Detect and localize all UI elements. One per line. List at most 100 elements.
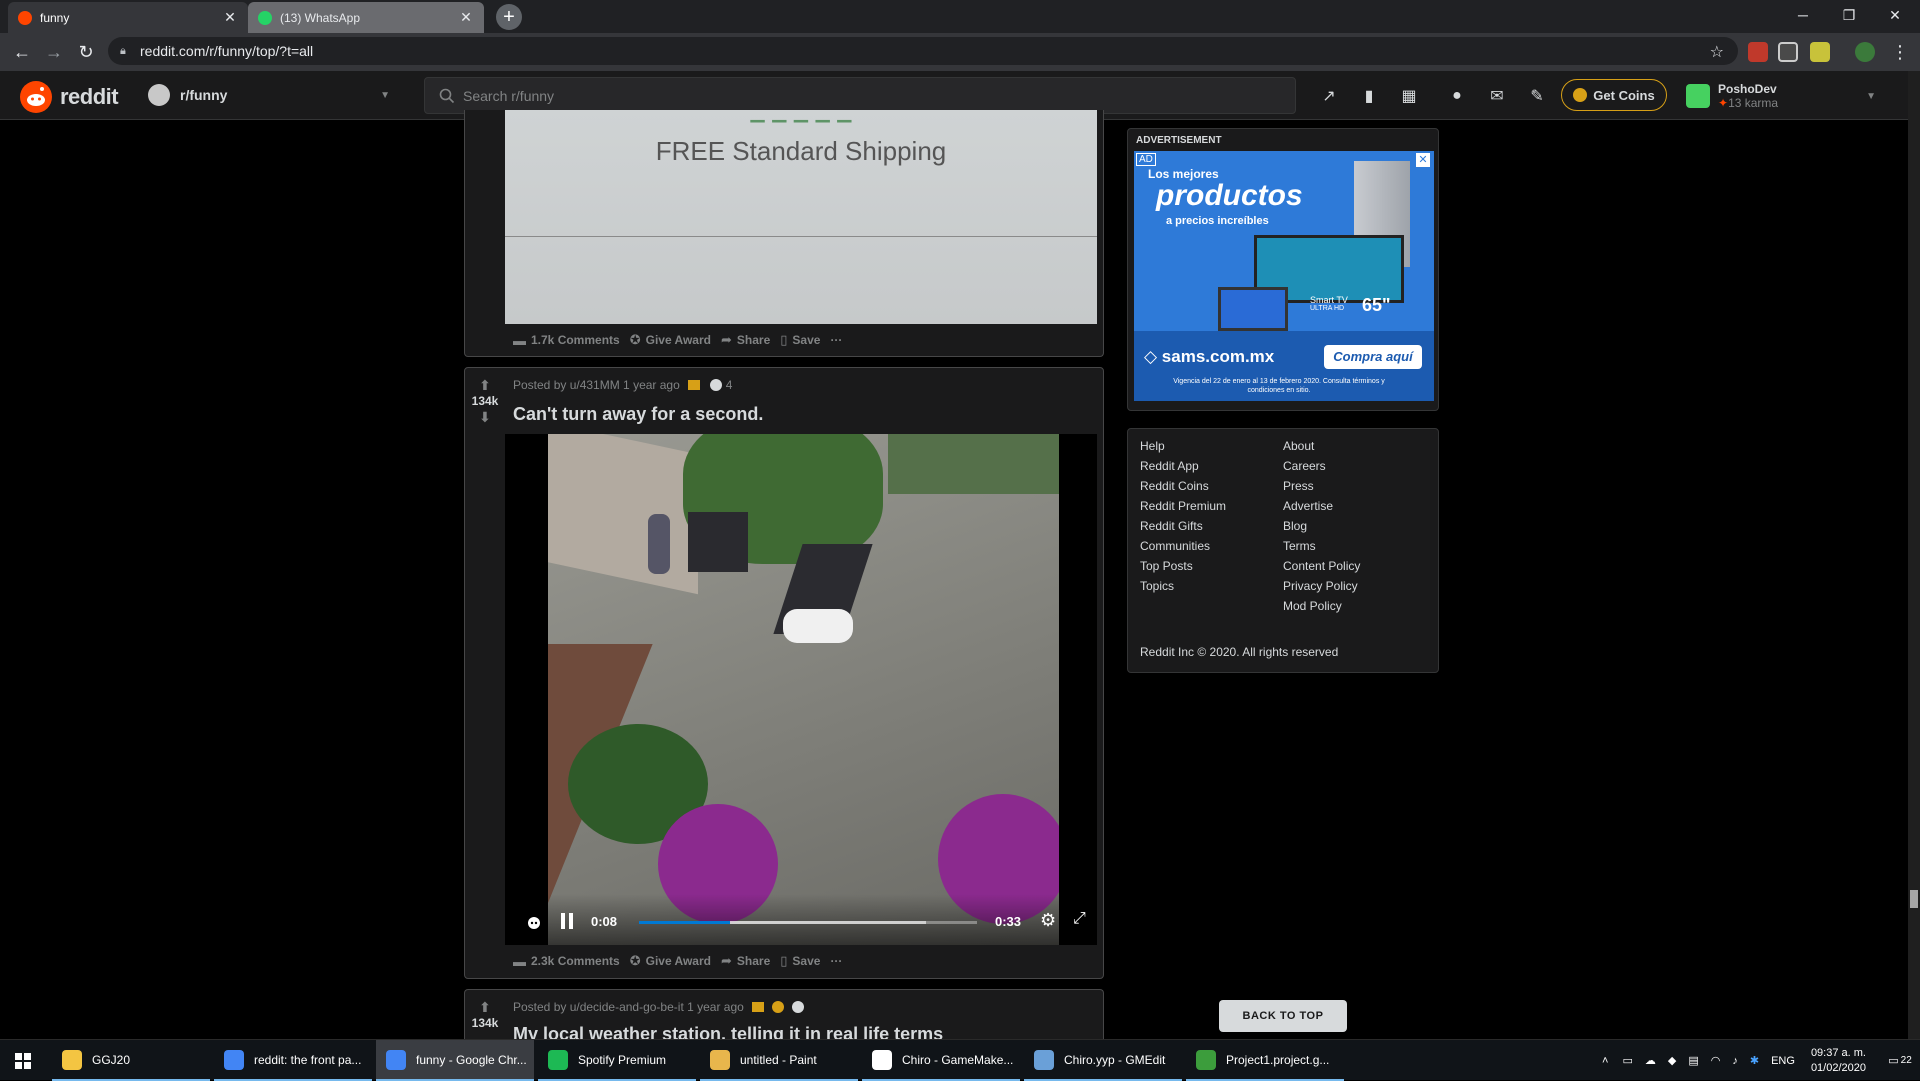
footer-link[interactable]: Terms	[1283, 539, 1316, 553]
post-card[interactable]: ⬆ 134k ⬇ Posted by u/431MM 1 year ago 4 …	[464, 367, 1104, 979]
scrollbar-thumb[interactable]	[1910, 890, 1918, 908]
create-post-icon[interactable]: ✎	[1526, 85, 1548, 107]
footer-link[interactable]: Top Posts	[1140, 559, 1193, 573]
video-player[interactable]: 0:08 0:33 ⚙ ⤢	[505, 434, 1097, 945]
give-award-button[interactable]: ✪ Give Award	[630, 332, 711, 348]
reload-button[interactable]: ↻	[74, 41, 98, 63]
save-button[interactable]: ▯ Save	[780, 332, 820, 348]
more-options-button[interactable]: ···	[830, 333, 842, 347]
post-image[interactable]: ‒ ‒ ‒ ‒ ‒ FREE Standard Shipping	[505, 110, 1097, 324]
footer-link[interactable]: Reddit Premium	[1140, 499, 1226, 513]
footer-link[interactable]: Privacy Policy	[1283, 579, 1358, 593]
comments-button[interactable]: ▬ 2.3k Comments	[513, 954, 620, 969]
footer-link[interactable]: Help	[1140, 439, 1165, 453]
wifi-icon[interactable]: ◠	[1711, 1054, 1721, 1067]
back-button[interactable]: ←	[10, 41, 34, 63]
reddit-logo[interactable]: reddit	[20, 81, 119, 113]
footer-link[interactable]: Reddit App	[1140, 459, 1199, 473]
post-title[interactable]: Can't turn away for a second.	[513, 404, 763, 425]
tab-funny[interactable]: funny ✕	[8, 2, 248, 33]
footer-link[interactable]: Blog	[1283, 519, 1307, 533]
get-coins-button[interactable]: Get Coins	[1561, 79, 1667, 111]
new-tab-button[interactable]: +	[496, 4, 522, 30]
post-card-next[interactable]: ⬆ 134k Posted by u/decide-and-go-be-it 1…	[464, 989, 1104, 1039]
battery-icon[interactable]: ▭	[1622, 1054, 1632, 1067]
share-button[interactable]: ➦ Share	[721, 953, 770, 969]
reddit-video-icon[interactable]	[525, 913, 543, 931]
forward-button[interactable]: →	[42, 41, 66, 63]
taskbar-item[interactable]: reddit: the front pa...	[214, 1040, 372, 1081]
menu-dots-icon[interactable]: ⋮	[1888, 41, 1912, 63]
notification-center[interactable]: ▭ 22	[1880, 1040, 1920, 1081]
footer-link[interactable]: Careers	[1283, 459, 1326, 473]
posted-by[interactable]: Posted by u/decide-and-go-be-it 1 year a…	[513, 1000, 744, 1014]
footer-link[interactable]: Mod Policy	[1283, 599, 1342, 613]
save-button[interactable]: ▯ Save	[780, 953, 820, 969]
more-options-button[interactable]: ···	[830, 954, 842, 968]
pause-button[interactable]	[561, 913, 577, 931]
taskbar-item[interactable]: untitled - Paint	[700, 1040, 858, 1081]
taskbar-item-label: GGJ20	[92, 1052, 131, 1067]
downvote-icon[interactable]: ⬇	[465, 408, 505, 426]
taskbar-item[interactable]: Chiro.yyp - GMEdit	[1024, 1040, 1182, 1081]
footer-link[interactable]: Content Policy	[1283, 559, 1360, 573]
back-to-top-button[interactable]: BACK TO TOP	[1219, 1000, 1347, 1032]
bluetooth-icon[interactable]: ✱	[1750, 1054, 1759, 1067]
upvote-icon[interactable]: ⬆	[465, 998, 505, 1016]
taskbar-item[interactable]: Spotify Premium	[538, 1040, 696, 1081]
ad-banner[interactable]: AD ✕ Los mejores productos a precios inc…	[1134, 151, 1434, 401]
fullscreen-icon[interactable]: ⤢	[1073, 910, 1086, 928]
dropbox-icon[interactable]: ◆	[1668, 1054, 1676, 1067]
share-button[interactable]: ➦ Share	[721, 332, 770, 348]
footer-link[interactable]: Reddit Coins	[1140, 479, 1209, 493]
minimize-button[interactable]: ─	[1780, 0, 1826, 30]
ad-cta-button[interactable]: Compra aquí	[1324, 345, 1422, 369]
stats-icon[interactable]: ▮	[1358, 85, 1380, 107]
footer-link[interactable]: Advertise	[1283, 499, 1333, 513]
post-title[interactable]: My local weather station, telling it in …	[513, 1024, 943, 1039]
user-menu[interactable]: PoshoDev ✦13 karma ▼	[1686, 79, 1886, 113]
ad-close-icon[interactable]: ✕	[1416, 153, 1430, 167]
give-award-button[interactable]: ✪ Give Award	[630, 953, 711, 969]
footer-link[interactable]: Topics	[1140, 579, 1174, 593]
extension-icon[interactable]	[1810, 42, 1830, 62]
search-input[interactable]: Search r/funny	[424, 77, 1296, 114]
profile-avatar[interactable]	[1855, 42, 1875, 62]
posted-by[interactable]: Posted by u/431MM 1 year ago	[513, 378, 680, 392]
tab-whatsapp[interactable]: (13) WhatsApp ✕	[248, 2, 484, 33]
bookmark-star-icon[interactable]: ☆	[1710, 42, 1724, 62]
close-icon[interactable]: ✕	[458, 9, 474, 26]
address-bar[interactable]: 🔒︎ reddit.com/r/funny/top/?t=all ☆	[108, 37, 1738, 65]
cloud-icon[interactable]: ☁	[1645, 1054, 1656, 1067]
reddit-wordmark: reddit	[60, 84, 119, 109]
window-close-button[interactable]: ✕	[1872, 0, 1918, 30]
volume-icon[interactable]: ♪	[1732, 1055, 1738, 1067]
qr-icon[interactable]: ▦	[1398, 85, 1420, 107]
taskbar-item[interactable]: funny - Google Chr...	[376, 1040, 534, 1081]
taskbar-item[interactable]: Project1.project.g...	[1186, 1040, 1344, 1081]
comments-button[interactable]: ▬ 1.7k Comments	[513, 333, 620, 348]
network-icon[interactable]: ▤	[1688, 1054, 1698, 1067]
language-indicator[interactable]: ENG	[1771, 1055, 1795, 1067]
community-dropdown[interactable]: r/funny ▼	[144, 79, 400, 111]
restore-button[interactable]: ❐	[1826, 0, 1872, 30]
clock[interactable]: 09:37 a. m. 01/02/2020	[1811, 1046, 1866, 1076]
video-progress-track[interactable]	[639, 921, 977, 924]
footer-link[interactable]: Reddit Gifts	[1140, 519, 1203, 533]
taskbar-item[interactable]: Chiro - GameMake...	[862, 1040, 1020, 1081]
mail-icon[interactable]: ✉	[1486, 85, 1508, 107]
settings-gear-icon[interactable]: ⚙	[1040, 910, 1056, 931]
close-icon[interactable]: ✕	[222, 9, 238, 26]
taskbar-item[interactable]: GGJ20	[52, 1040, 210, 1081]
footer-link[interactable]: Press	[1283, 479, 1314, 493]
pocket-extension-icon[interactable]	[1778, 42, 1798, 62]
tray-chevron-icon[interactable]: ˄	[1602, 1055, 1608, 1067]
trending-icon[interactable]: ↗	[1318, 85, 1340, 107]
chat-icon[interactable]: ●	[1446, 85, 1468, 107]
upvote-icon[interactable]: ⬆	[465, 376, 505, 394]
footer-link[interactable]: About	[1283, 439, 1314, 453]
footer-link[interactable]: Communities	[1140, 539, 1210, 553]
post-card-previous[interactable]: ‒ ‒ ‒ ‒ ‒ FREE Standard Shipping ▬ 1.7k C…	[464, 110, 1104, 357]
start-button[interactable]	[0, 1040, 46, 1081]
gmail-extension-icon[interactable]	[1748, 42, 1768, 62]
